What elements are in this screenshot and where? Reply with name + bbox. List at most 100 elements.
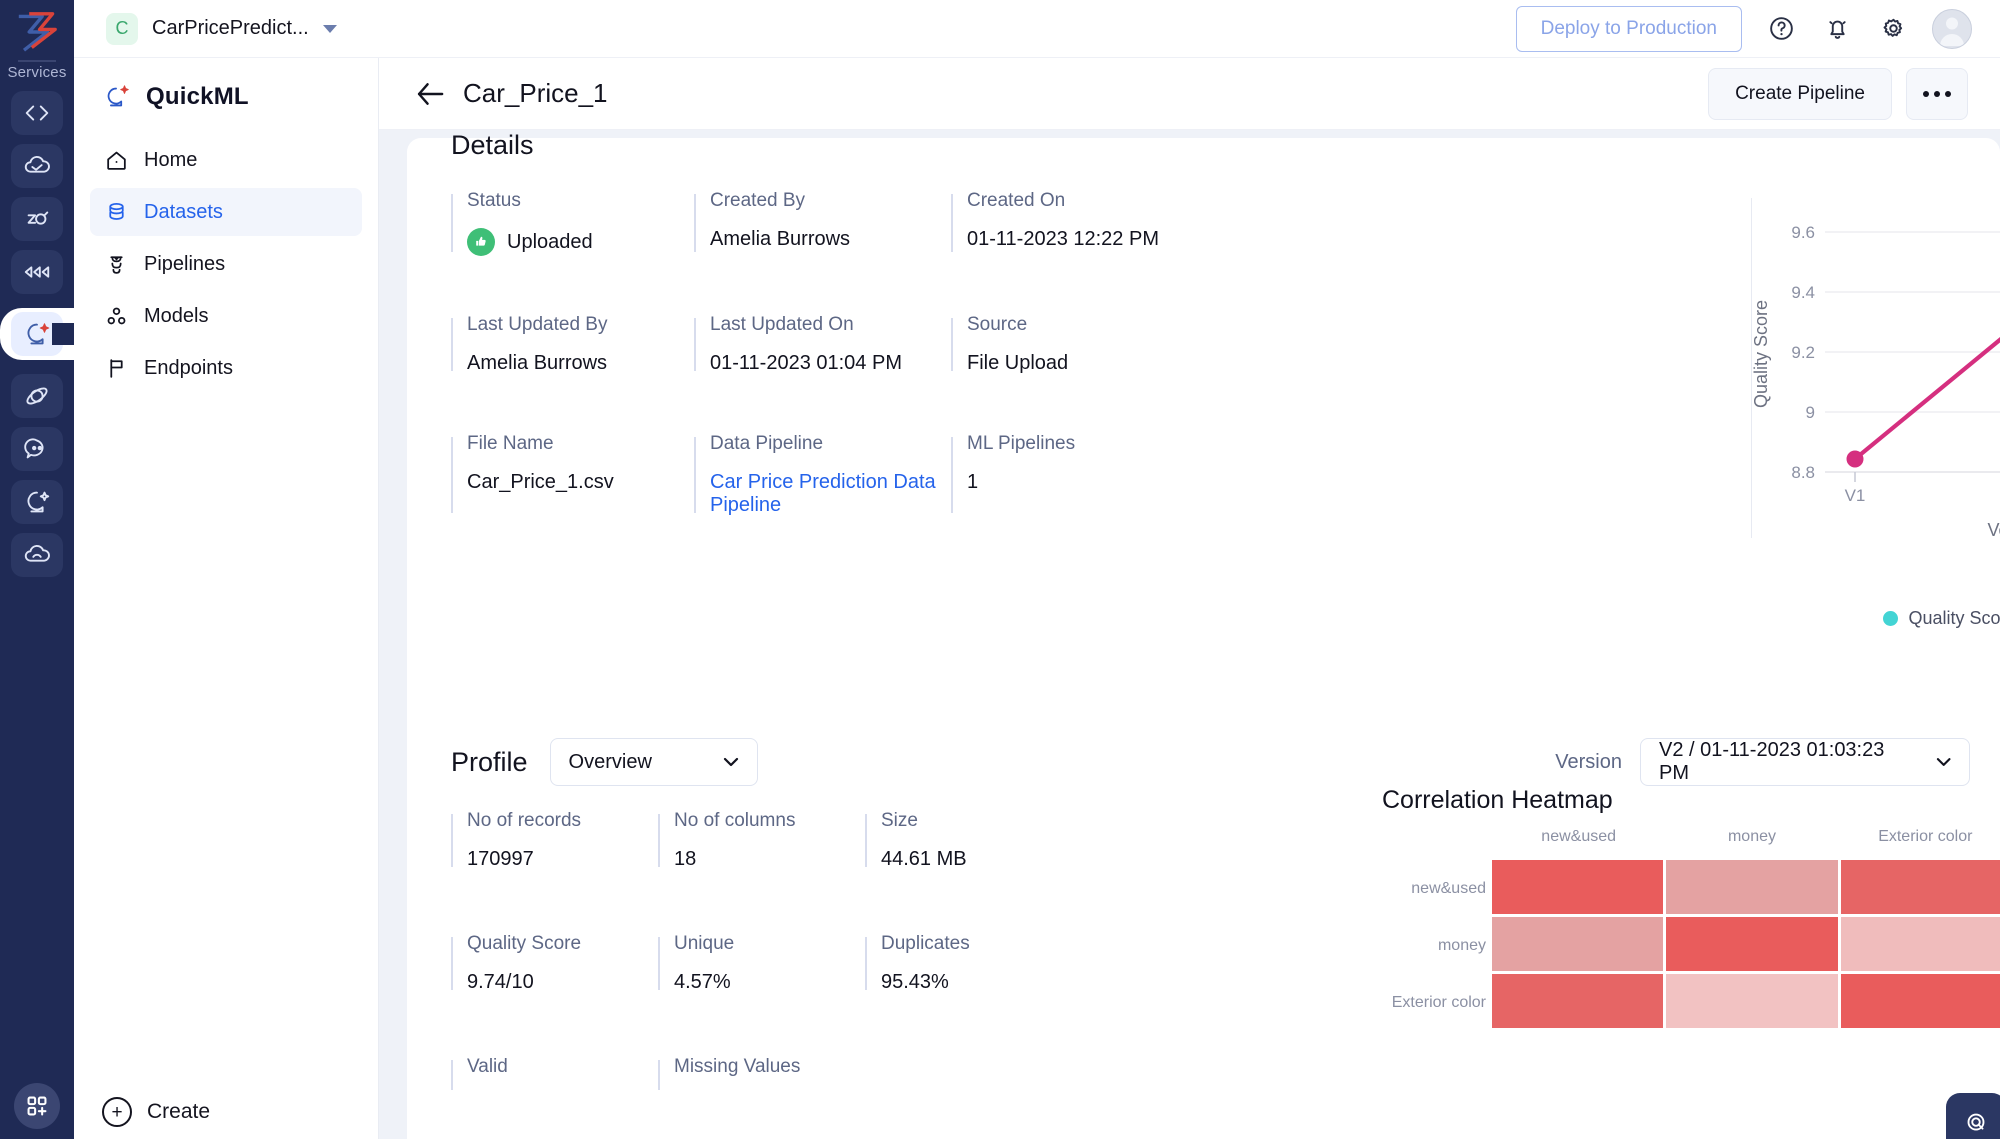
chevron-down-icon bbox=[723, 757, 738, 767]
rail-item-quickml[interactable] bbox=[0, 308, 74, 360]
rail-item-code[interactable] bbox=[0, 91, 74, 135]
heatmap-cell[interactable] bbox=[1840, 860, 2000, 914]
services-label: Services bbox=[7, 64, 67, 81]
stat-duplicates: Duplicates 95.43% bbox=[865, 933, 1105, 994]
search-chat-icon bbox=[1967, 1113, 1985, 1131]
heatmap-cell[interactable] bbox=[1492, 974, 1664, 1028]
sidebar-item-models[interactable]: Models bbox=[90, 292, 362, 340]
heatmap-title: Correlation Heatmap bbox=[1382, 786, 1613, 814]
stat-label: Unique bbox=[674, 933, 735, 954]
gear-icon[interactable] bbox=[1876, 12, 1910, 46]
svg-text:9: 9 bbox=[1806, 403, 1815, 422]
plus-icon: + bbox=[102, 1097, 132, 1127]
rail-item-chat[interactable] bbox=[0, 427, 74, 471]
heatmap-row-label: new&used bbox=[1411, 879, 1486, 897]
field-status: Status Uploaded bbox=[451, 190, 694, 256]
svg-text:V1: V1 bbox=[1845, 486, 1866, 505]
field-file-name: File Name Car_Price_1.csv bbox=[451, 433, 694, 517]
field-last-updated-on: Last Updated On 01-11-2023 01:04 PM bbox=[694, 314, 951, 375]
stat-value: 44.61 MB bbox=[881, 848, 967, 870]
avatar[interactable] bbox=[1932, 8, 1972, 49]
quickml-brand: QuickML bbox=[74, 58, 378, 126]
field-created-by: Created By Amelia Burrows bbox=[694, 190, 951, 256]
version-line-chart: 9.6 9.4 9.2 9 8.8 160,000 140,000 120 bbox=[1737, 194, 2000, 614]
profile-stats-row: Quality Score 9.74/10 Unique 4.57% Dupli… bbox=[451, 933, 1151, 994]
deploy-to-production-button[interactable]: Deploy to Production bbox=[1515, 5, 1742, 52]
stat-label: Missing Values bbox=[674, 1056, 801, 1077]
heatmap-cell[interactable] bbox=[1492, 917, 1664, 971]
bell-icon[interactable] bbox=[1820, 12, 1854, 46]
details-card: Details Status Uploaded Created By Ameli… bbox=[407, 130, 2000, 1139]
legend-item-quality-score[interactable]: Quality Score bbox=[1883, 608, 2000, 629]
rail-item-cloud-sync[interactable] bbox=[0, 533, 74, 577]
profile-view-select[interactable]: Overview bbox=[549, 738, 758, 786]
rail-item-sparkle-chat[interactable] bbox=[0, 480, 74, 524]
code-icon bbox=[25, 105, 49, 121]
sidebar-item-endpoints[interactable]: Endpoints bbox=[90, 344, 362, 392]
version-select[interactable]: V2 / 01-11-2023 01:03:23 PM bbox=[1640, 738, 1970, 786]
stat-label: Valid bbox=[467, 1056, 508, 1077]
heatmap-cell[interactable] bbox=[1840, 917, 2000, 971]
heatmap-cell[interactable] bbox=[1666, 974, 1838, 1028]
arrow-left-icon[interactable] bbox=[413, 77, 447, 111]
rail-item-list bbox=[0, 91, 74, 577]
rail-item-flow[interactable] bbox=[0, 250, 74, 294]
svg-text:9.2: 9.2 bbox=[1791, 343, 1815, 362]
heatmap-col-label: money bbox=[1727, 828, 1776, 845]
funnel-icon bbox=[110, 255, 123, 274]
sidebar-item-label: Datasets bbox=[144, 200, 223, 223]
rail-item-analytics[interactable] bbox=[0, 197, 74, 241]
rail-create-app-button[interactable] bbox=[0, 1083, 74, 1129]
top-bar: C CarPricePredict... Deploy to Productio… bbox=[74, 0, 2000, 58]
sidebar-item-label: Endpoints bbox=[144, 356, 233, 379]
field-label: ML Pipelines bbox=[967, 433, 1076, 454]
chat-bubble-icon bbox=[24, 438, 44, 459]
svg-text:9.6: 9.6 bbox=[1791, 223, 1815, 242]
stat-label: No of columns bbox=[674, 810, 796, 831]
line-chart-svg: 9.6 9.4 9.2 9 8.8 160,000 140,000 120 bbox=[1751, 223, 2000, 540]
heatmap-cell[interactable] bbox=[1840, 974, 2000, 1028]
scroll-gutter bbox=[379, 130, 407, 1139]
field-label: File Name bbox=[467, 433, 554, 454]
svg-text:8.8: 8.8 bbox=[1791, 463, 1815, 482]
stat-missing-values: Missing Values bbox=[658, 1056, 865, 1094]
rail-item-orbit[interactable] bbox=[0, 374, 74, 418]
create-button[interactable]: + Create bbox=[74, 1097, 379, 1127]
sidebar-item-pipelines[interactable]: Pipelines bbox=[90, 240, 362, 288]
stat-size: Size 44.61 MB bbox=[865, 810, 1105, 871]
field-last-updated-by: Last Updated By Amelia Burrows bbox=[451, 314, 694, 375]
field-value: File Upload bbox=[967, 352, 1069, 374]
data-pipeline-link[interactable]: Car Price Prediction Data Pipeline bbox=[710, 471, 951, 517]
more-options-button[interactable] bbox=[1906, 67, 1968, 120]
help-icon[interactable] bbox=[1764, 12, 1798, 46]
legend-dot bbox=[1883, 611, 1899, 626]
quickml-icon bbox=[27, 323, 50, 345]
heatmap-row-label: money bbox=[1437, 936, 1486, 954]
heatmap-cell[interactable] bbox=[1666, 860, 1838, 914]
org-name: CarPricePredict... bbox=[152, 17, 309, 39]
rail-item-cloud-data[interactable] bbox=[0, 144, 74, 188]
sidebar-item-label: Home bbox=[144, 148, 198, 171]
create-pipeline-button[interactable]: Create Pipeline bbox=[1708, 67, 1892, 120]
stat-label: No of records bbox=[467, 810, 582, 831]
sidebar-item-label: Models bbox=[144, 304, 209, 327]
app-logo[interactable] bbox=[11, 8, 63, 56]
heatmap-cell[interactable] bbox=[1492, 860, 1664, 914]
data-point bbox=[1846, 450, 1864, 468]
content-scroll-area[interactable]: Details Status Uploaded Created By Ameli… bbox=[379, 130, 2000, 1139]
stat-label: Size bbox=[881, 810, 918, 831]
org-switcher[interactable]: C CarPricePredict... bbox=[106, 12, 337, 45]
profile-view-value: Overview bbox=[568, 750, 652, 773]
sidebar-item-home[interactable]: Home bbox=[90, 136, 362, 184]
stat-no-of-columns: No of columns 18 bbox=[658, 810, 865, 871]
correlation-heatmap: new&used money Exterior color new&used m… bbox=[1382, 828, 2000, 1108]
svg-text:Versions: Versions bbox=[1987, 520, 2000, 540]
sidebar-nav: Home Datasets Pipelines Models Endpoints bbox=[74, 126, 378, 392]
quickml-sidebar: QuickML Home Datasets Pipelines Models E… bbox=[74, 58, 379, 1139]
chevron-down-icon bbox=[1936, 758, 1951, 766]
cloud-sync-icon bbox=[24, 544, 50, 562]
sidebar-item-datasets[interactable]: Datasets bbox=[90, 188, 362, 236]
chat-support-button[interactable] bbox=[1946, 1093, 2000, 1139]
heatmap-cell[interactable] bbox=[1666, 917, 1838, 971]
chevron-down-icon[interactable] bbox=[322, 24, 337, 33]
